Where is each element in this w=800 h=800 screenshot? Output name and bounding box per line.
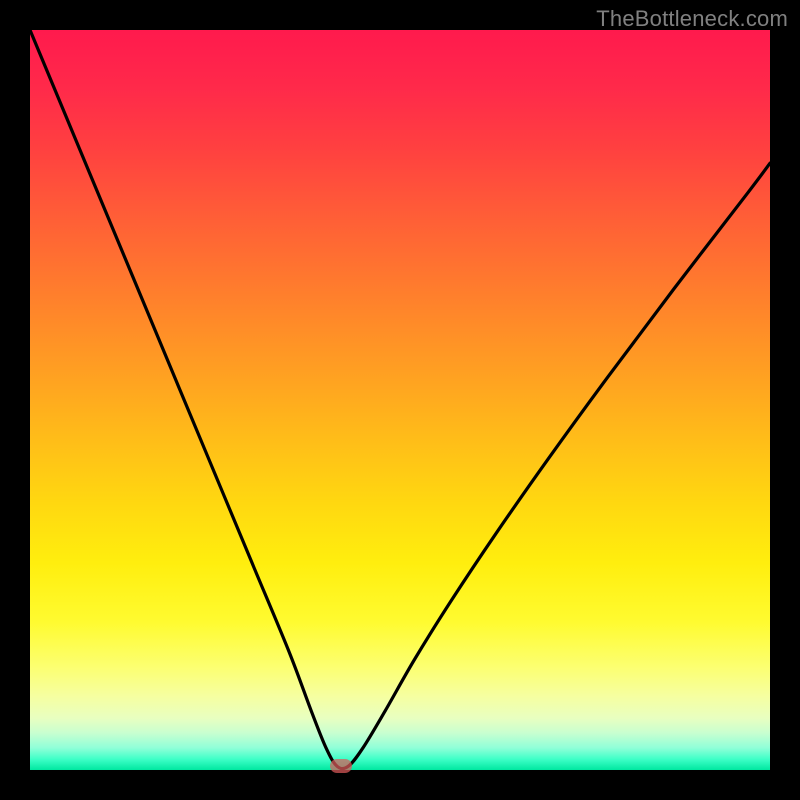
chart-frame bbox=[30, 30, 770, 770]
bottleneck-curve-path bbox=[30, 30, 770, 769]
watermark-text: TheBottleneck.com bbox=[596, 6, 788, 32]
optimum-marker bbox=[330, 759, 352, 773]
bottleneck-curve-svg bbox=[30, 30, 770, 770]
